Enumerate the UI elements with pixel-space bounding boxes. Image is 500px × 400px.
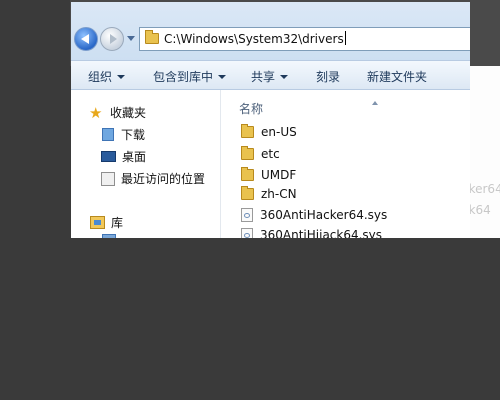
list-item[interactable]: 360AntiHacker64.sys (241, 206, 387, 224)
videos-library-icon (102, 234, 116, 238)
nav-downloads-label: 下载 (121, 128, 146, 142)
file-name: zh-CN (261, 187, 297, 201)
system-file-icon (241, 228, 253, 238)
nav-favorites[interactable]: ★ 收藏夹 (89, 104, 146, 121)
address-path: C:\Windows\System32\drivers (164, 32, 344, 46)
column-header-name[interactable]: 名称 (239, 100, 378, 117)
share-label: 共享 (251, 70, 276, 84)
star-icon: ★ (89, 103, 103, 122)
nav-recent-label: 最近访问的位置 (121, 172, 206, 186)
command-bar: 组织 包含到库中 共享 刻录 新建文件夹 (71, 60, 470, 90)
address-input[interactable]: C:\Windows\System32\drivers (139, 27, 470, 51)
file-name: UMDF (261, 168, 297, 182)
desktop-icon (101, 151, 116, 162)
recent-pages-dropdown-icon[interactable] (127, 36, 135, 41)
nav-libraries[interactable]: 库 (90, 214, 123, 231)
include-in-library-menu[interactable]: 包含到库中 (153, 68, 227, 85)
explorer-window: C:\Windows\System32\drivers 组织 包含到库中 共享 … (71, 2, 470, 238)
file-list: 名称 en-US etc UMDF zh-CN 360AntiHacker64.… (221, 90, 470, 238)
nav-recent-places[interactable]: 最近访问的位置 (101, 170, 205, 187)
forward-button[interactable] (100, 27, 124, 51)
chevron-down-icon (117, 75, 126, 79)
new-folder-button[interactable]: 新建文件夹 (367, 68, 427, 85)
ghost-text-2: ck64 (470, 203, 491, 217)
sort-ascending-icon (372, 101, 378, 105)
back-button[interactable] (74, 27, 98, 51)
share-menu[interactable]: 共享 (251, 68, 289, 85)
list-item[interactable]: UMDF (241, 166, 296, 184)
background-window-edge: cker64 ck64 (470, 66, 500, 238)
folder-icon (241, 146, 254, 160)
list-item[interactable]: etc (241, 145, 280, 163)
system-file-icon (241, 208, 253, 222)
nav-libraries-label: 库 (111, 216, 124, 230)
chevron-down-icon (218, 75, 227, 79)
include-in-library-label: 包含到库中 (153, 70, 214, 84)
chevron-down-icon (280, 75, 289, 79)
ghost-text-1: cker64 (470, 182, 500, 196)
file-name: en-US (261, 125, 297, 139)
nav-library-subitem[interactable] (102, 234, 121, 238)
address-bar-area: C:\Windows\System32\drivers (71, 2, 470, 60)
folder-icon (145, 30, 159, 44)
list-item[interactable]: en-US (241, 123, 297, 141)
file-name: 360AntiHijack64.sys (260, 228, 383, 238)
nav-desktop[interactable]: 桌面 (101, 148, 146, 165)
recent-places-icon (101, 171, 115, 186)
nav-desktop-label: 桌面 (122, 150, 147, 164)
burn-button[interactable]: 刻录 (316, 68, 340, 85)
organize-label: 组织 (88, 70, 113, 84)
file-name: etc (261, 147, 280, 161)
nav-downloads[interactable]: 下载 (102, 126, 145, 143)
folder-icon (241, 167, 254, 181)
nav-favorites-label: 收藏夹 (110, 106, 147, 120)
folder-icon (241, 124, 254, 138)
folder-icon (241, 186, 254, 200)
list-item[interactable]: zh-CN (241, 185, 297, 203)
text-caret (344, 31, 346, 45)
navigation-pane: ★ 收藏夹 下载 桌面 最近访问的位置 库 (71, 90, 221, 238)
column-header-label: 名称 (239, 102, 264, 116)
library-icon (90, 216, 105, 229)
download-folder-icon (102, 128, 114, 141)
file-name: 360AntiHacker64.sys (260, 208, 388, 222)
organize-menu[interactable]: 组织 (88, 68, 126, 85)
list-item[interactable]: 360AntiHijack64.sys (241, 226, 382, 238)
